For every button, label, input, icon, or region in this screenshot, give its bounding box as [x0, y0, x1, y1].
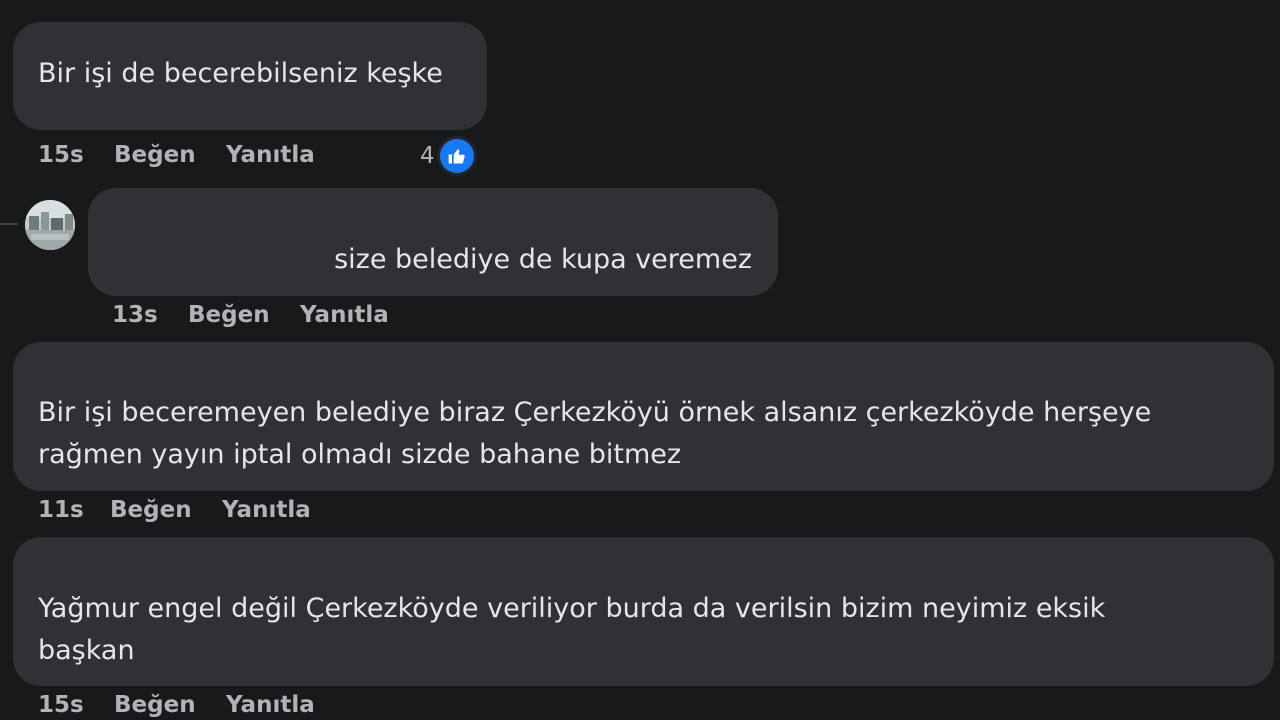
- like-button[interactable]: Beğen: [110, 497, 222, 523]
- comment-actions: 15s Beğen Yanıtla: [38, 138, 315, 172]
- avatar[interactable]: [25, 200, 75, 250]
- comment-actions: 11s Beğen Yanıtla: [38, 493, 311, 527]
- reply-button[interactable]: Yanıtla: [226, 142, 315, 168]
- reaction-summary[interactable]: 4: [420, 136, 477, 176]
- comment-text: Bir işi de becerebilseniz keşke: [38, 58, 443, 89]
- comment-bubble: Bir işi de becerebilseniz keşke: [13, 22, 487, 130]
- comment-time[interactable]: 13s: [112, 302, 188, 328]
- reply-button[interactable]: Yanıtla: [226, 692, 315, 718]
- like-button[interactable]: Beğen: [188, 302, 300, 328]
- comments-thread: Bir işi de becerebilseniz keşke 15s Beğe…: [0, 0, 1280, 720]
- comment-actions: 15s Beğen Yanıtla: [38, 688, 315, 720]
- reaction-count: 4: [420, 143, 435, 169]
- comment-text: Bir işi beceremeyen belediye biraz Çerke…: [38, 392, 1151, 476]
- comment-time[interactable]: 15s: [38, 692, 114, 718]
- like-button[interactable]: Beğen: [114, 142, 226, 168]
- reply-button[interactable]: Yanıtla: [300, 302, 389, 328]
- comment-text-line: Yağmur engel değil Çerkezköyde veriliyor…: [38, 593, 1106, 624]
- comment-bubble: Bir işi beceremeyen belediye biraz Çerke…: [13, 342, 1274, 491]
- thread-connector: [0, 223, 18, 225]
- comment-time[interactable]: 15s: [38, 142, 114, 168]
- like-icon: [436, 136, 477, 176]
- comment-bubble: Yağmur engel değil Çerkezköyde veriliyor…: [13, 537, 1274, 686]
- like-button[interactable]: Beğen: [114, 692, 226, 718]
- comment-text-line: Bir işi beceremeyen belediye biraz Çerke…: [38, 397, 1152, 428]
- comment-time[interactable]: 11s: [38, 497, 110, 523]
- comment-text-line: başkan: [38, 635, 135, 666]
- comment-bubble: size belediye de kupa veremez: [88, 188, 778, 296]
- comment-text: Yağmur engel değil Çerkezköyde veriliyor…: [38, 588, 1105, 672]
- comment-text: size belediye de kupa veremez: [334, 244, 752, 275]
- comment-actions: 13s Beğen Yanıtla: [112, 298, 389, 332]
- reply-button[interactable]: Yanıtla: [222, 497, 311, 523]
- comment-text-line: rağmen yayın iptal olmadı sizde bahane b…: [38, 439, 682, 470]
